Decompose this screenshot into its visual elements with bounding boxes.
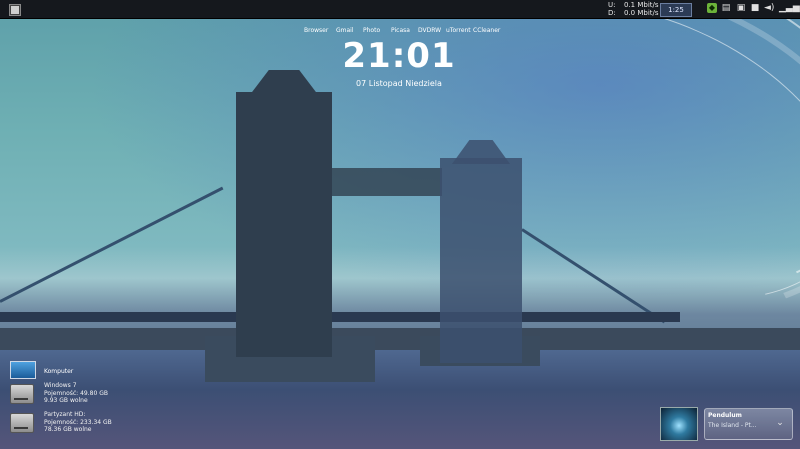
network-labels: U: D: [608,1,616,17]
bridge-walkway [332,168,442,196]
launcher-picasa[interactable]: Picasa [391,27,410,34]
launcher-gmail[interactable]: Gmail [336,27,354,34]
speaker-icon[interactable]: ◄) [764,3,774,13]
drive-capacity: Pojemność: 49.80 GB [44,389,108,397]
launcher-browser[interactable]: Browser [304,27,328,34]
cube-icon[interactable]: ▣ [736,3,746,13]
network-graph[interactable]: 1:25 [660,3,692,17]
document-icon[interactable]: ▤ [721,3,731,13]
upload-label: U: [608,1,616,9]
hard-drive-icon [10,384,34,404]
bridge-tower [440,158,522,363]
chevron-down-icon[interactable]: ⌄ [773,416,787,430]
drive-name: Windows 7 [44,382,77,389]
drive-capacity: Pojemność: 233.34 GB [44,418,112,426]
start-button[interactable] [10,5,20,15]
launcher-photo[interactable]: Photo [363,27,380,34]
launcher-dvdrw[interactable]: DVDRW [418,27,441,34]
drive-windows7[interactable]: Windows 7 Pojemność: 49.80 GB 9.93 GB wo… [10,382,190,412]
album-art[interactable] [660,407,698,441]
download-speed: 0.0 Mbit/s [624,9,659,17]
drive-info: Windows 7 Pojemność: 49.80 GB 9.93 GB wo… [44,382,108,405]
green-app-icon[interactable]: ◆ [707,3,717,13]
drive-partyzant[interactable]: Partyzant HD: Pojemność: 233.34 GB 78.36… [10,411,190,441]
album-title: The Island - Pt... [708,422,757,429]
launcher-utorrent[interactable]: uTorrent [446,27,471,34]
clock-time: 21:01 [342,36,456,76]
track-title: Pendulum [708,412,742,419]
monitor-icon [10,361,36,379]
computer-label[interactable]: Komputer [44,368,73,375]
network-speed: 0.1 Mbit/s 0.0 Mbit/s [624,1,659,17]
drive-info: Partyzant HD: Pojemność: 233.34 GB 78.36… [44,411,112,434]
bridge-tower [236,92,332,357]
upload-speed: 0.1 Mbit/s [624,1,659,9]
download-label: D: [608,9,616,17]
top-taskbar: U: D: 0.1 Mbit/s 0.0 Mbit/s 1:25 ◆ ▤ ▣ ■… [0,0,800,19]
hard-drive-icon [10,413,34,433]
drive-name: Partyzant HD: [44,411,86,418]
bridge-deck [0,312,680,322]
drive-free: 78.36 GB wolne [44,426,92,433]
stop-icon[interactable]: ■ [750,3,760,13]
clock-date: 07 Listopad Niedziela [356,79,442,88]
drive-free: 9.93 GB wolne [44,397,88,404]
launcher-ccleaner[interactable]: CCleaner [473,27,500,34]
signal-icon[interactable]: ▁▃▅ [779,3,800,13]
